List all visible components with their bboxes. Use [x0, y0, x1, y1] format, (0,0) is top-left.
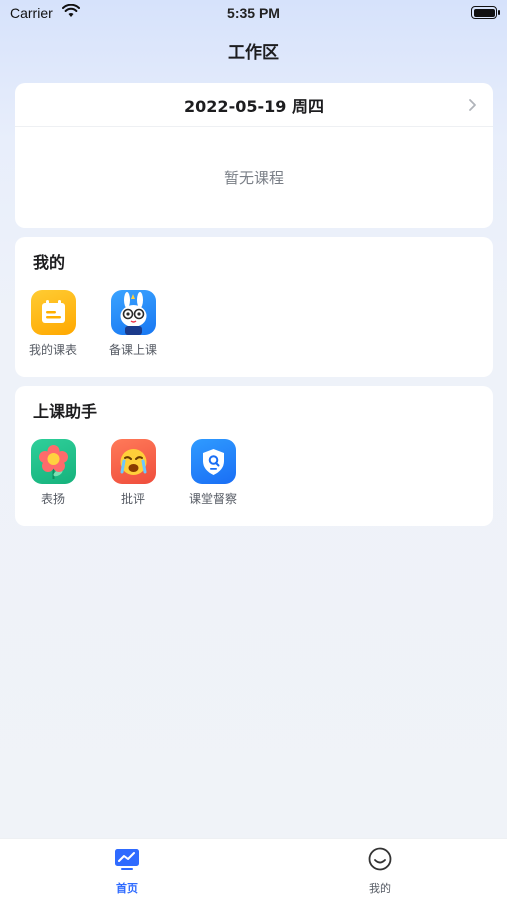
- status-bar: Carrier 5:35 PM: [0, 0, 507, 28]
- app-label: 批评: [120, 492, 145, 506]
- my-timetable-button[interactable]: 我的课表: [13, 290, 93, 358]
- calendar-icon: [30, 290, 76, 335]
- status-time: 5:35 PM: [227, 5, 280, 21]
- criticize-button[interactable]: 批评: [93, 439, 173, 507]
- smiley-icon: [368, 847, 392, 871]
- chart-monitor-icon: [115, 849, 139, 870]
- class-supervision-button[interactable]: 课堂督察: [173, 439, 253, 507]
- tab-home[interactable]: 首页: [87, 847, 167, 896]
- flower-icon: [30, 439, 76, 484]
- section-title-mine: 我的: [33, 253, 66, 272]
- battery-icon: [471, 6, 500, 19]
- praise-button[interactable]: 表扬: [13, 439, 93, 507]
- tab-label: 我的: [369, 882, 391, 895]
- bottom-tab-bar: 首页 我的: [0, 838, 507, 900]
- empty-schedule-text: 暂无课程: [223, 169, 284, 187]
- class-assistant-section: 上课助手 表扬 批评 课堂督察: [15, 386, 493, 526]
- mine-section: 我的 我的课表 备课上课: [15, 237, 493, 377]
- prepare-class-button[interactable]: 备课上课: [93, 290, 173, 358]
- chevron-right-icon: [469, 99, 476, 111]
- date-label: 2022-05-19 周四: [184, 96, 324, 116]
- app-label: 表扬: [40, 492, 65, 506]
- app-label: 我的课表: [28, 343, 77, 357]
- tab-label: 首页: [116, 882, 138, 895]
- crying-face-icon: [110, 439, 156, 484]
- page-title: 工作区: [228, 43, 279, 63]
- bunny-mascot-icon: [110, 290, 156, 335]
- app-label: 课堂督察: [188, 492, 237, 506]
- shield-search-icon: [190, 439, 236, 484]
- app-label: 备课上课: [108, 343, 157, 357]
- section-title-assistant: 上课助手: [33, 402, 98, 421]
- schedule-card: 2022-05-19 周四 暂无课程: [15, 83, 493, 228]
- tab-mine[interactable]: 我的: [340, 847, 420, 896]
- date-selector[interactable]: 2022-05-19 周四: [15, 83, 493, 127]
